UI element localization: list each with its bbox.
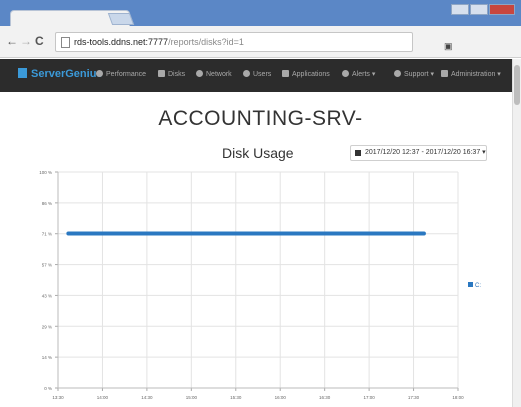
app-navbar: ServerGenius Performance Disks Network U…	[0, 59, 512, 92]
address-bar[interactable]: rds-tools.ddns.net:7777/reports/disks?id…	[55, 32, 453, 52]
nav-label: Users	[253, 71, 272, 78]
wrench-icon	[441, 70, 448, 77]
y-tick-label: 86 %	[42, 201, 52, 206]
nav-applications[interactable]: Applications	[282, 70, 330, 78]
translate-icon[interactable]: ▣	[444, 37, 453, 55]
nav-administration[interactable]: Administration ▾	[441, 70, 501, 78]
grid-icon	[282, 70, 289, 77]
disk-usage-chart: 0 % 14 % 29 % 43 % 57 % 71 % 86 % 100 % 13:30 14:…	[39, 170, 464, 400]
nav-performance[interactable]: Performance	[96, 70, 146, 78]
y-tick-label: 71 %	[42, 232, 52, 237]
chart-legend: C:	[468, 282, 481, 289]
close-window-icon[interactable]	[489, 4, 515, 15]
x-tick-label: 16:00	[275, 395, 287, 400]
y-tick-label: 0 %	[44, 386, 52, 391]
back-arrow-icon[interactable]: ←	[6, 34, 18, 48]
gauge-icon	[96, 70, 103, 77]
x-tick-label: 14:00	[97, 395, 109, 400]
x-tick-label: 18:00	[452, 395, 464, 400]
legend-label: C:	[475, 283, 481, 289]
question-icon	[394, 70, 401, 77]
user-icon	[243, 70, 250, 77]
chart-title: Disk Usage	[222, 145, 294, 161]
reload-icon[interactable]: C	[35, 34, 44, 48]
scrollbar-thumb[interactable]	[514, 65, 520, 105]
browser-titlebar: ×	[0, 0, 521, 26]
url-host: rds-tools.ddns.net:7777	[74, 37, 169, 47]
x-tick-label: 15:00	[186, 395, 198, 400]
nav-users[interactable]: Users	[243, 70, 271, 78]
nav-label: Administration ▾	[451, 71, 501, 78]
legend-swatch	[468, 282, 473, 287]
browser-toolbar: ← → C rds-tools.ddns.net:7777/reports/di…	[0, 26, 521, 58]
x-tick-label: 14:30	[141, 395, 153, 400]
y-tick-label: 29 %	[42, 324, 52, 329]
server-icon	[18, 68, 27, 78]
y-tick-label: 100 %	[39, 170, 52, 175]
page-icon	[61, 37, 70, 48]
nav-network[interactable]: Network	[196, 70, 232, 78]
x-tick-label: 16:30	[319, 395, 331, 400]
y-tick-label: 43 %	[42, 293, 52, 298]
maximize-icon[interactable]	[470, 4, 488, 15]
x-tick-label: 13:30	[52, 395, 64, 400]
nav-label: Performance	[106, 71, 147, 78]
x-tick-label: 15:30	[230, 395, 242, 400]
x-tick-label: 17:30	[408, 395, 420, 400]
page-title: ACCOUNTING-SRV-	[158, 107, 363, 130]
nav-alerts[interactable]: Alerts ▾	[342, 70, 375, 78]
nav-support[interactable]: Support ▾	[394, 70, 434, 78]
date-range-picker[interactable]: 2017/12/20 12:37 - 2017/12/20 16:37 ▾	[350, 145, 487, 161]
forward-arrow-icon[interactable]: →	[20, 34, 32, 48]
nav-label: Network	[206, 71, 232, 78]
y-tick-label: 57 %	[42, 263, 52, 268]
minimize-icon[interactable]	[451, 4, 469, 15]
bell-icon	[342, 70, 349, 77]
y-tick-label: 14 %	[42, 355, 52, 360]
date-range-label: 2017/12/20 12:37 - 2017/12/20 16:37 ▾	[365, 149, 486, 156]
x-tick-label: 17:00	[363, 395, 375, 400]
brand-label: ServerGenius	[31, 68, 103, 80]
nav-label: Disks	[168, 71, 186, 78]
window-controls	[451, 4, 515, 15]
nav-disks[interactable]: Disks	[158, 70, 185, 78]
nav-label: Alerts ▾	[352, 71, 376, 78]
hdd-icon	[158, 70, 165, 77]
url-path: /reports/disks?id=1	[168, 37, 244, 47]
new-tab-button[interactable]	[107, 13, 135, 25]
globe-icon	[196, 70, 203, 77]
nav-label: Applications	[292, 71, 330, 78]
calendar-icon	[355, 150, 361, 156]
brand-link[interactable]: ServerGenius	[18, 68, 103, 80]
nav-label: Support ▾	[404, 71, 434, 78]
